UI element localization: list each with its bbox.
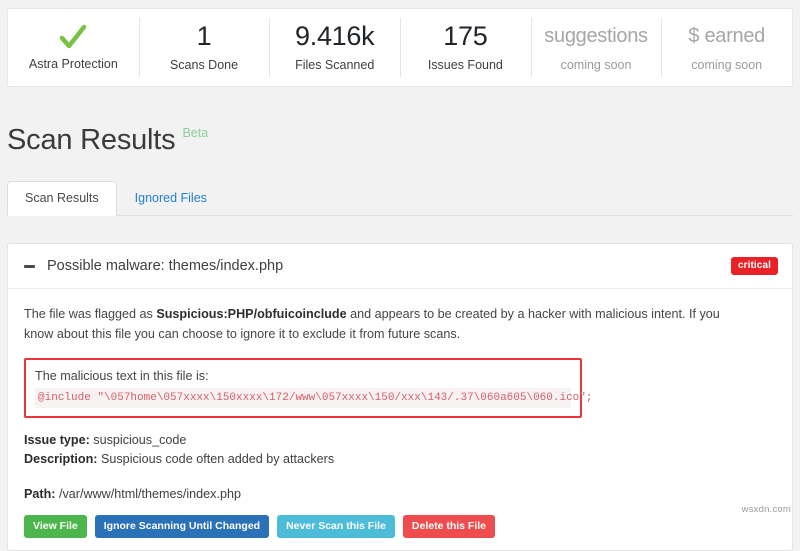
issue-description-line: Description: Suspicious code often added… [24,450,776,469]
tab-scan-results[interactable]: Scan Results [7,181,117,216]
issue-description-label: Description: [24,452,98,466]
stat-issues-found: 175 Issues Found [400,9,531,86]
ignore-scanning-button[interactable]: Ignore Scanning Until Changed [94,515,270,538]
view-file-button[interactable]: View File [24,515,87,538]
stat-value: suggestions [544,24,648,47]
stat-scans-done: 1 Scans Done [138,9,270,86]
stat-label: Files Scanned [295,57,375,72]
stat-value: $ earned [688,24,765,47]
issue-type-label: Issue type: [24,433,90,447]
malicious-text-label: The malicious text in this file is: [35,369,209,383]
description-signature: Suspicious:PHP/obfuicoinclude [156,307,347,321]
issue-type-line: Issue type: suspicious_code [24,431,776,450]
file-path-label: Path: [24,487,56,501]
malware-description: The file was flagged as Suspicious:PHP/o… [24,304,736,344]
minus-collapse-icon[interactable] [24,264,35,268]
tab-bar: Scan Results Ignored Files [7,181,793,216]
stat-astra-protection: Astra Protection [8,9,139,86]
action-button-row: View File Ignore Scanning Until Changed … [24,515,776,538]
stat-value: 1 [196,20,212,51]
stat-label: Astra Protection [28,57,118,71]
stat-suggestions: suggestions coming soon [530,9,662,86]
stat-label: coming soon [691,57,763,72]
stat-value: 9.416k [295,20,375,51]
malicious-code-snippet: @include "\057home\057xxxx\150xxxx\172/w… [35,388,593,408]
watermark: wsxdn.com [741,504,791,515]
delete-file-button[interactable]: Delete this File [402,515,495,538]
stat-earned: $ earned coming soon [661,9,792,86]
stat-label: Issues Found [427,57,503,72]
malicious-text-box: The malicious text in this file is: @inc… [24,358,593,418]
stat-value: 175 [443,20,488,51]
issue-description-value: Suspicious code often added by attackers [100,452,335,466]
stat-label: Scans Done [169,57,239,72]
beta-badge: Beta [182,126,209,140]
malware-panel-header[interactable]: Possible malware: themes/index.php criti… [8,244,792,289]
check-icon [60,24,87,49]
page-title: Scan Results [7,124,176,156]
malware-result-panel: Possible malware: themes/index.php criti… [7,243,793,551]
malware-panel-title: Possible malware: themes/index.php [47,258,284,274]
stat-files-scanned: 9.416k Files Scanned [269,9,400,86]
stats-summary-bar: Astra Protection 1 Scans Done 9.416k Fil… [7,8,793,87]
malware-panel-body: The file was flagged as Suspicious:PHP/o… [8,289,792,550]
page-header: Scan Results Beta [7,123,208,157]
issue-type-value: suspicious_code [93,433,187,447]
tab-ignored-files[interactable]: Ignored Files [117,181,225,216]
stat-label: coming soon [560,57,632,72]
status-badge: critical [730,257,778,275]
description-prefix: The file was flagged as [24,307,157,321]
never-scan-button[interactable]: Never Scan this File [277,515,395,538]
file-path-value: /var/www/html/themes/index.php [58,487,241,501]
file-path-line: Path: /var/www/html/themes/index.php [24,485,776,504]
